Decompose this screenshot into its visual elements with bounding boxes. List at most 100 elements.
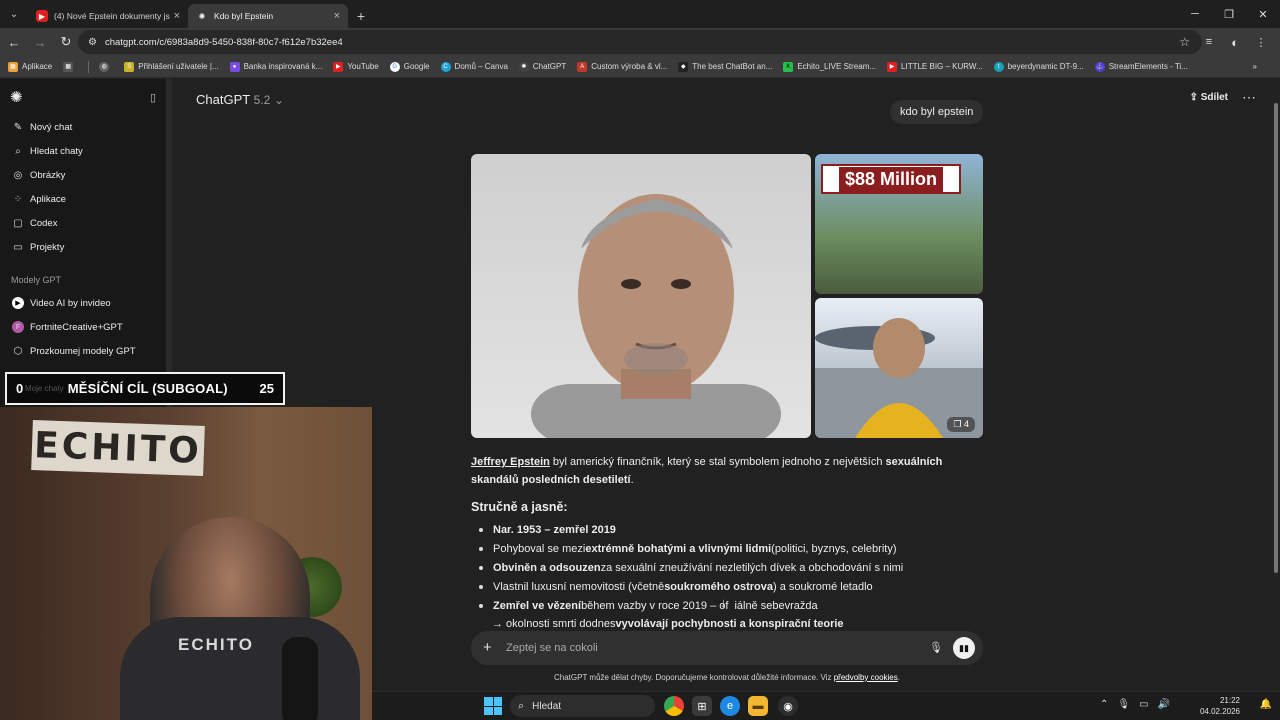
cookie-preferences-link[interactable]: předvolby cookies	[834, 673, 898, 682]
notification-bell-icon[interactable]: 🔔	[1260, 699, 1272, 710]
bullet-text: Zemřel ve vězení	[493, 600, 582, 612]
bookmark-item[interactable]: ▶ YouTube	[333, 61, 379, 72]
sidebar-item-projects[interactable]: ▭ Projekty	[0, 235, 166, 259]
portrait-image[interactable]	[471, 154, 811, 438]
folder-icon: ▭	[13, 241, 23, 253]
grid-icon: ▦	[63, 61, 74, 72]
back-icon[interactable]: ←	[2, 30, 26, 54]
restore-icon[interactable]: ❐	[1212, 0, 1246, 28]
globe-icon: ◍	[99, 61, 110, 72]
sidebar-item-label: Projekty	[30, 241, 65, 253]
close-tab-icon[interactable]: ×	[334, 10, 340, 22]
volume-icon[interactable]: 🔊	[1158, 699, 1170, 710]
edge-icon[interactable]: e	[720, 696, 740, 716]
windows-start-icon[interactable]	[484, 697, 502, 715]
toggle-sidebar-icon[interactable]: ▯	[150, 91, 156, 104]
scrollbar[interactable]	[1272, 79, 1280, 691]
sidebar-item-label: Aplikace	[30, 193, 66, 205]
share-button[interactable]: ⇪ Sdílet	[1190, 92, 1228, 103]
tray-chevron-icon[interactable]: ⌃	[1100, 699, 1108, 710]
sidebar-item-codex[interactable]: ▢ Codex	[0, 211, 166, 235]
bookmark-item[interactable]: ◆ The best ChatBot an...	[678, 61, 772, 72]
bookmark-label: LITTLE BIG – KURW...	[901, 62, 983, 71]
new-tab-button[interactable]: +	[348, 4, 374, 28]
sidebar-header: ✺ ▯	[0, 79, 166, 115]
mic-tray-icon[interactable]: 🎙	[1117, 699, 1130, 710]
sidebar-item-new-chat[interactable]: ✎ Nový chat	[0, 115, 166, 139]
media-icon[interactable]: ≡	[1196, 30, 1222, 54]
close-tab-icon[interactable]: ×	[174, 10, 180, 22]
scroll-down-arrow-icon[interactable]: ↓	[720, 595, 727, 610]
model-selector[interactable]: ChatGPT 5.2 ⌄	[196, 92, 284, 107]
tab-search-chevron-icon[interactable]: ⌄	[0, 0, 28, 28]
chrome-icon[interactable]	[664, 696, 684, 716]
bookmark-label: Banka inspirovaná k...	[243, 62, 323, 71]
taskbar-search[interactable]: ⌕ Hledat	[510, 695, 655, 717]
add-attachment-icon[interactable]: +	[483, 639, 492, 656]
sidebar-item-label: Obrázky	[30, 169, 66, 181]
url-text: chatgpt.com/c/6983a8d9-5450-838f-80c7-f6…	[104, 36, 343, 48]
sidebar-gpt-video-ai[interactable]: ▶ Video AI by invideo	[0, 291, 166, 315]
bookmark-item[interactable]: ✺ ChatGPT	[518, 61, 566, 72]
forward-icon[interactable]: →	[28, 30, 52, 54]
browser-toolbar: ← → ↻ ⚙ chatgpt.com/c/6983a8d9-5450-838f…	[0, 28, 1280, 56]
bookmarks-overflow-icon[interactable]: »	[1253, 62, 1257, 71]
bookmark-item[interactable]: ◍	[99, 61, 113, 72]
bookmarks-bar: ▦ Aplikace ▦ ◍ S Přihlášení uživatele |...…	[0, 56, 1280, 78]
bookmark-item[interactable]: ● Banka inspirovaná k...	[229, 61, 323, 72]
image-count-badge[interactable]: ❐ 4	[947, 417, 975, 432]
address-bar[interactable]: ⚙ chatgpt.com/c/6983a8d9-5450-838f-80c7-…	[78, 30, 1202, 54]
streamer-shirt: ECHITO	[120, 617, 360, 720]
link-epstein[interactable]: Jeffrey Epstein	[471, 456, 550, 468]
bullet-text: (politici, byznys, celebrity)	[771, 543, 897, 555]
bookmark-item[interactable]: K Echito_LIVE Stream...	[783, 61, 876, 72]
obs-icon[interactable]: ◉	[778, 696, 798, 716]
bullet-text: za sexuální zneužívání nezletilých dívek…	[600, 562, 904, 574]
youtube-icon: ▶	[333, 61, 344, 72]
store-icon[interactable]: ⊞	[692, 696, 712, 716]
sidebar-item-search[interactable]: ⌕ Hledat chaty	[0, 139, 166, 163]
network-icon[interactable]: ▭	[1139, 699, 1148, 710]
tab-youtube[interactable]: ▶ (4) Nové Epstein dokumenty js ×	[28, 4, 188, 28]
bookmark-label: Domů – Canva	[454, 62, 508, 71]
sidebar-item-images[interactable]: ◎ Obrázky	[0, 163, 166, 187]
sidebar-explore-gpts[interactable]: ⬡ Prozkoumej modely GPT	[0, 339, 166, 363]
bookmark-item[interactable]: ⚓ StreamElements - Ti...	[1094, 61, 1188, 72]
microphone-icon[interactable]: 🎙	[929, 641, 943, 654]
model-version: 5.2	[253, 93, 271, 107]
airplane-image[interactable]: ❐ 4	[815, 298, 983, 438]
reload-icon[interactable]: ↻	[54, 30, 78, 54]
more-options-icon[interactable]: ⋯	[1242, 89, 1256, 106]
mansion-image[interactable]: $88 Million	[815, 154, 983, 294]
taskbar-clock[interactable]: 21:22 04.02.2026	[1200, 695, 1240, 717]
voice-mode-button[interactable]: ▮▮	[953, 637, 975, 659]
bookmark-item[interactable]: S Přihlášení uživatele |...	[124, 61, 219, 72]
file-explorer-icon[interactable]: ▬	[748, 696, 768, 716]
bookmark-label: YouTube	[347, 62, 379, 71]
scrollbar-thumb[interactable]	[1274, 103, 1278, 573]
profile-avatar[interactable]: ◐	[1222, 30, 1248, 54]
chatgpt-logo-icon[interactable]: ✺	[10, 88, 23, 106]
bullet-item: Vlastnil luxusní nemovitosti (včetně sou…	[479, 581, 873, 593]
minimize-icon[interactable]: ─	[1178, 0, 1212, 28]
bookmark-item[interactable]: ▶ LITTLE BIG – KURW...	[887, 61, 983, 72]
close-window-icon[interactable]: ✕	[1246, 0, 1280, 28]
apps-icon: ⁘	[13, 193, 23, 205]
bookmark-star-icon[interactable]: ☆	[1179, 35, 1190, 49]
bookmark-item[interactable]: C Domů – Canva	[440, 61, 508, 72]
bullet-item: Nar. 1953 – zemřel 2019	[479, 524, 616, 536]
bookmark-item[interactable]: t beyerdynamic DT-9...	[993, 61, 1084, 72]
bookmark-apps[interactable]: ▦ Aplikace	[8, 61, 52, 72]
site-info-icon[interactable]: ⚙	[88, 37, 97, 48]
sidebar-chats-heading: Moje chaty	[25, 384, 64, 393]
bookmark-item[interactable]: G Google	[389, 61, 430, 72]
sidebar-item-apps[interactable]: ⁘ Aplikace	[0, 187, 166, 211]
bookmark-grid[interactable]: ▦	[63, 61, 77, 72]
bullet-dot	[479, 547, 483, 551]
composer-input[interactable]: Zeptej se na cokoli	[506, 642, 598, 654]
bookmark-item[interactable]: A Custom výroba & vl...	[577, 61, 667, 72]
bullet-dot	[479, 566, 483, 570]
tab-chatgpt[interactable]: ✺ Kdo byl Epstein ×	[188, 4, 348, 28]
menu-dots-icon[interactable]: ⋮	[1248, 30, 1274, 54]
sidebar-gpt-fortnite[interactable]: F FortniteCreative+GPT	[0, 315, 166, 339]
